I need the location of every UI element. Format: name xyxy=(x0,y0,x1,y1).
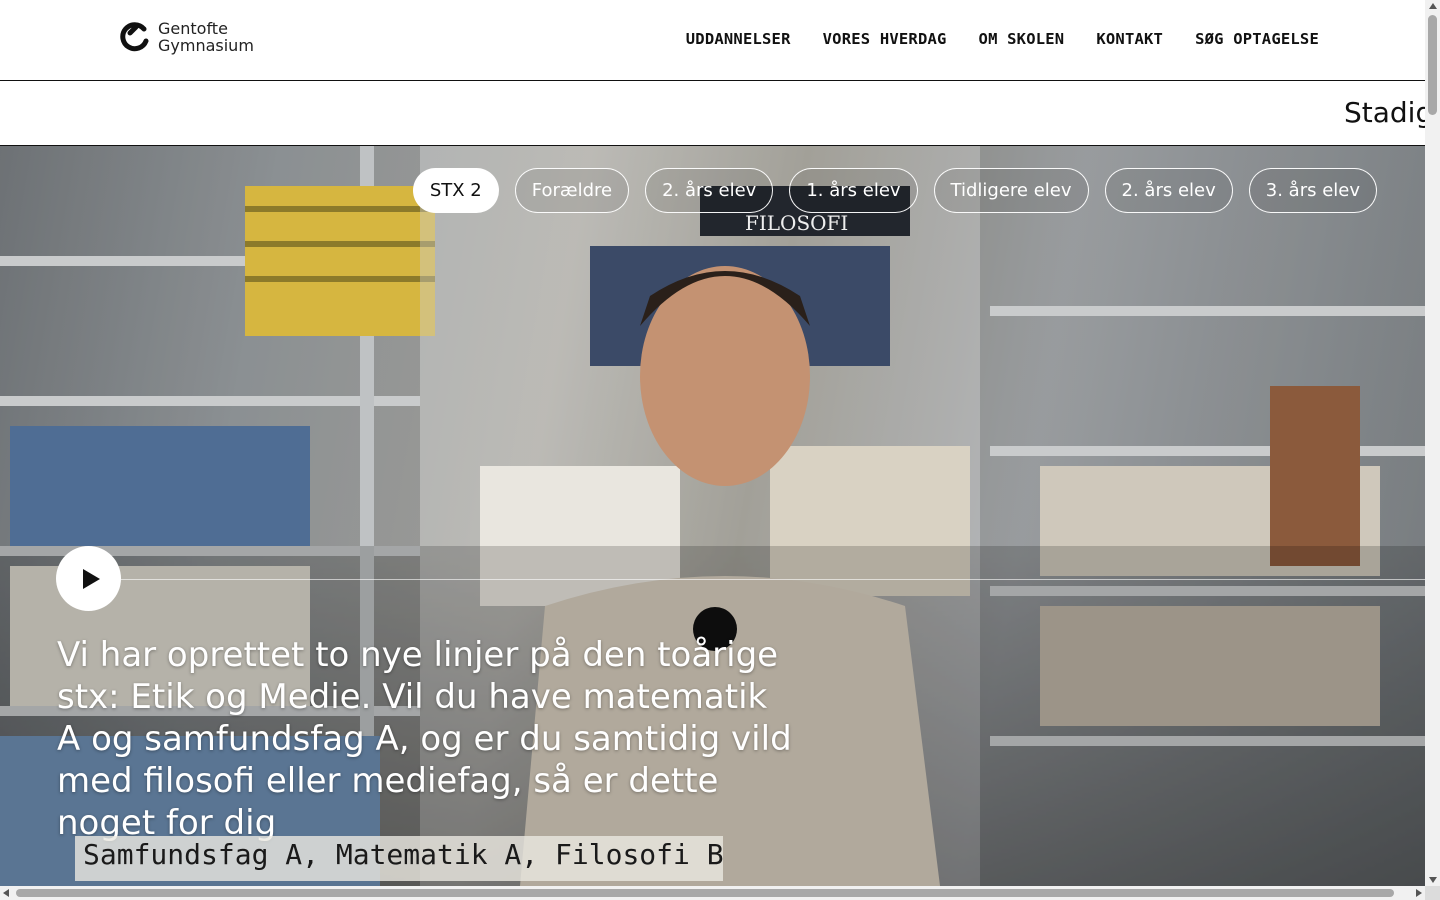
scroll-down-arrow-icon[interactable] xyxy=(1429,877,1437,883)
chip-foraeldre[interactable]: Forældre xyxy=(514,168,630,213)
chip-1-aars-elev[interactable]: 1. års elev xyxy=(789,168,918,213)
main-nav: UDDANNELSER VORES HVERDAG OM SKOLEN KONT… xyxy=(686,30,1319,48)
play-icon xyxy=(82,568,100,589)
vertical-scrollbar[interactable] xyxy=(1425,0,1440,886)
filosofi-book-label: FILOSOFI xyxy=(745,211,848,235)
chip-2-aars-elev[interactable]: 2. års elev xyxy=(645,168,774,213)
chip-stx-2[interactable]: STX 2 xyxy=(412,168,499,213)
horizontal-scrollbar[interactable] xyxy=(0,886,1425,900)
chip-tidligere-elev[interactable]: Tidligere elev xyxy=(933,168,1089,213)
chip-2-aars-elev-second[interactable]: 2. års elev xyxy=(1104,168,1233,213)
ticker-text[interactable]: Stadig xyxy=(1344,96,1425,129)
scroll-up-arrow-icon[interactable] xyxy=(1429,3,1437,9)
scrollbar-corner xyxy=(1425,886,1440,900)
scroll-right-arrow-icon[interactable] xyxy=(1416,889,1422,897)
nav-item-soeg-optagelse[interactable]: SØG OPTAGELSE xyxy=(1195,30,1319,48)
video-subtitle: Samfundsfag A, Matematik A, Filosofi B xyxy=(75,836,723,881)
video-progress-track[interactable] xyxy=(121,579,1425,580)
horizontal-scroll-thumb[interactable] xyxy=(16,889,1394,897)
play-button[interactable] xyxy=(56,546,121,611)
nav-item-vores-hverdag[interactable]: VORES HVERDAG xyxy=(823,30,947,48)
nav-item-kontakt[interactable]: KONTAKT xyxy=(1096,30,1163,48)
site-header: Gentofte Gymnasium UDDANNELSER VORES HVE… xyxy=(0,0,1425,81)
logo-line1: Gentofte xyxy=(158,19,228,38)
gentofte-logo-icon xyxy=(120,22,149,52)
logo-text: Gentofte Gymnasium xyxy=(158,20,254,54)
news-ticker: Stadig xyxy=(0,81,1425,146)
chip-3-aars-elev[interactable]: 3. års elev xyxy=(1248,168,1377,213)
audience-filter-chips: STX 2 Forældre 2. års elev 1. års elev T… xyxy=(412,168,1377,213)
logo-line2: Gymnasium xyxy=(158,36,254,55)
vertical-scroll-thumb[interactable] xyxy=(1428,15,1437,115)
site-logo[interactable]: Gentofte Gymnasium xyxy=(120,20,254,54)
hero-caption: Vi har oprettet to nye linjer på den toå… xyxy=(57,635,792,843)
hero-video[interactable]: FILOSOFI STX 2 Forældre 2. års elev 1. å… xyxy=(0,146,1425,886)
nav-item-uddannelser[interactable]: UDDANNELSER xyxy=(686,30,791,48)
scroll-left-arrow-icon[interactable] xyxy=(3,889,9,897)
nav-item-om-skolen[interactable]: OM SKOLEN xyxy=(979,30,1065,48)
